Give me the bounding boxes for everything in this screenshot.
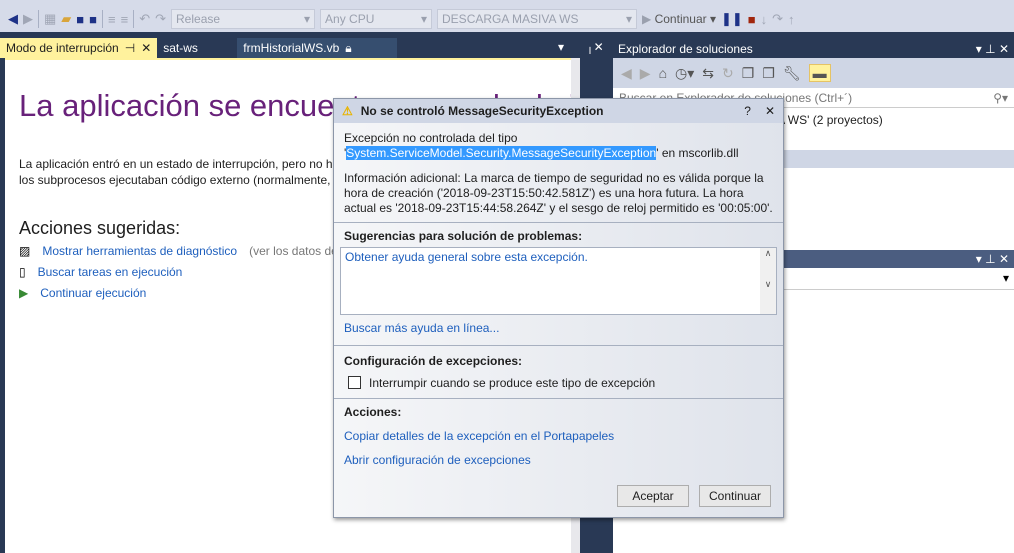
forward-icon[interactable]: ▶ — [640, 65, 651, 82]
home-icon[interactable]: ⌂ — [659, 65, 667, 81]
back-icon[interactable]: ◀ — [8, 11, 18, 27]
warning-icon: ⚠ — [342, 104, 353, 118]
copy-icon[interactable]: ❐ — [762, 65, 775, 82]
pause-icon[interactable]: ❚❚ — [721, 11, 743, 27]
panel-controls[interactable]: ▾ ⊥ ✕ — [976, 252, 1009, 266]
tab-break-mode[interactable]: Modo de interrupción ⊣ ✕ — [0, 38, 158, 58]
configuration-select[interactable]: Release ▾ — [171, 9, 316, 29]
more-help-link[interactable]: Buscar más ayuda en línea... — [344, 321, 499, 335]
continue-button[interactable]: Continuar — [699, 485, 771, 507]
action-diagnostics[interactable]: ▨ Mostrar herramientas de diagnóstico (ver… — [19, 244, 338, 258]
tab-frmhistorialws[interactable]: frmHistorialWS.vb 🔒︎ — [237, 38, 398, 58]
sync-icon[interactable]: ⇆ — [702, 65, 714, 82]
stop-icon[interactable]: ■ — [748, 12, 756, 27]
step-over-icon[interactable]: ↷ — [772, 11, 783, 27]
new-project-icon[interactable]: ▦ — [44, 11, 56, 27]
wrench-icon[interactable]: 🔧︎ — [783, 65, 801, 82]
exception-type[interactable]: System.ServiceModel.Security.MessageSecu… — [346, 146, 657, 160]
back-icon[interactable]: ◀ — [621, 65, 632, 82]
step-out-icon[interactable]: ↑ — [788, 12, 795, 27]
close-icon[interactable]: ✕ — [141, 41, 151, 55]
pin-icon[interactable]: ⊣ — [125, 41, 135, 55]
actions-heading: Acciones sugeridas: — [19, 218, 181, 238]
undo-icon[interactable]: ↶ — [139, 11, 150, 27]
uncomment-icon[interactable]: ≡ — [121, 12, 129, 27]
lock-icon: 🔒︎ — [345, 40, 352, 55]
clipboard-icon: ▯ — [19, 265, 26, 279]
save-icon[interactable]: ■ — [76, 12, 84, 27]
comment-icon[interactable]: ≡ — [108, 12, 116, 27]
platform-select[interactable]: Any CPU ▾ — [320, 9, 433, 29]
scrollbar[interactable]: ∧ ∨ — [760, 248, 776, 314]
close-icon[interactable]: ✕ — [765, 104, 775, 118]
panel-header: Explorador de soluciones ▾ ⊥ ✕ — [613, 40, 1014, 58]
open-settings-link[interactable]: Abrir configuración de excepciones — [344, 453, 531, 467]
redo-icon[interactable]: ↷ — [155, 11, 166, 27]
copy-details-link[interactable]: Copiar detalles de la excepción en el Po… — [344, 429, 614, 443]
forward-icon[interactable]: ▶ — [23, 11, 33, 27]
panel-controls[interactable]: ▾ ⊥ ✕ — [976, 42, 1009, 56]
suggestions-list[interactable]: Obtener ayuda general sobre esta excepci… — [340, 247, 777, 315]
continue-button[interactable]: ▶ Continuar ▾ — [642, 12, 716, 26]
save-all-icon[interactable]: ■ — [89, 12, 97, 27]
accept-button[interactable]: Aceptar — [617, 485, 689, 507]
open-folder-icon[interactable]: ▰ — [61, 11, 71, 27]
tab-overflow-icon[interactable]: ▾ — [558, 40, 564, 54]
action-continue[interactable]: ▶ Continuar ejecución — [19, 286, 146, 300]
refresh-icon[interactable]: ↻ — [722, 65, 734, 82]
diagnostic-chart-icon: ▨ — [19, 244, 31, 258]
search-icon: ⚲▾ — [993, 91, 1008, 105]
help-icon[interactable]: ? — [744, 104, 751, 118]
collapse-icon[interactable]: ❐ — [742, 65, 755, 82]
step-into-icon[interactable]: ↓ — [761, 12, 768, 27]
document-tabs: Modo de interrupción ⊣ ✕ sat-ws frmHistori… — [0, 38, 398, 58]
solution-toolbar: ◀ ▶ ⌂ ◷▾ ⇆ ↻ ❐ ❐ 🔧︎ ▬ — [613, 58, 1014, 88]
tab-sat-ws[interactable]: sat-ws — [157, 38, 237, 58]
toolbar: ◀ ▶ ▦ ▰ ■ ■ ≡ ≡ ↶ ↷ Release ▾ Any CPU ▾ DE… — [0, 6, 1014, 32]
exception-dialog: ⚠ No se controló MessageSecurityException… — [333, 98, 784, 518]
history-icon[interactable]: ◷▾ — [675, 65, 694, 82]
dialog-titlebar: ⚠ No se controló MessageSecurityException… — [334, 99, 783, 123]
close-panel-icon[interactable]: ╷✕ — [583, 40, 607, 58]
play-icon: ▶ — [19, 286, 29, 300]
additional-info: Información adicional: La marca de tiemp… — [344, 171, 773, 215]
preview-icon[interactable]: ▬ — [808, 64, 831, 82]
break-checkbox[interactable] — [348, 376, 361, 389]
action-find-tasks[interactable]: ▯ Buscar tareas en ejecución — [19, 265, 182, 279]
startup-project-select[interactable]: DESCARGA MASIVA WS ▾ — [437, 9, 638, 29]
